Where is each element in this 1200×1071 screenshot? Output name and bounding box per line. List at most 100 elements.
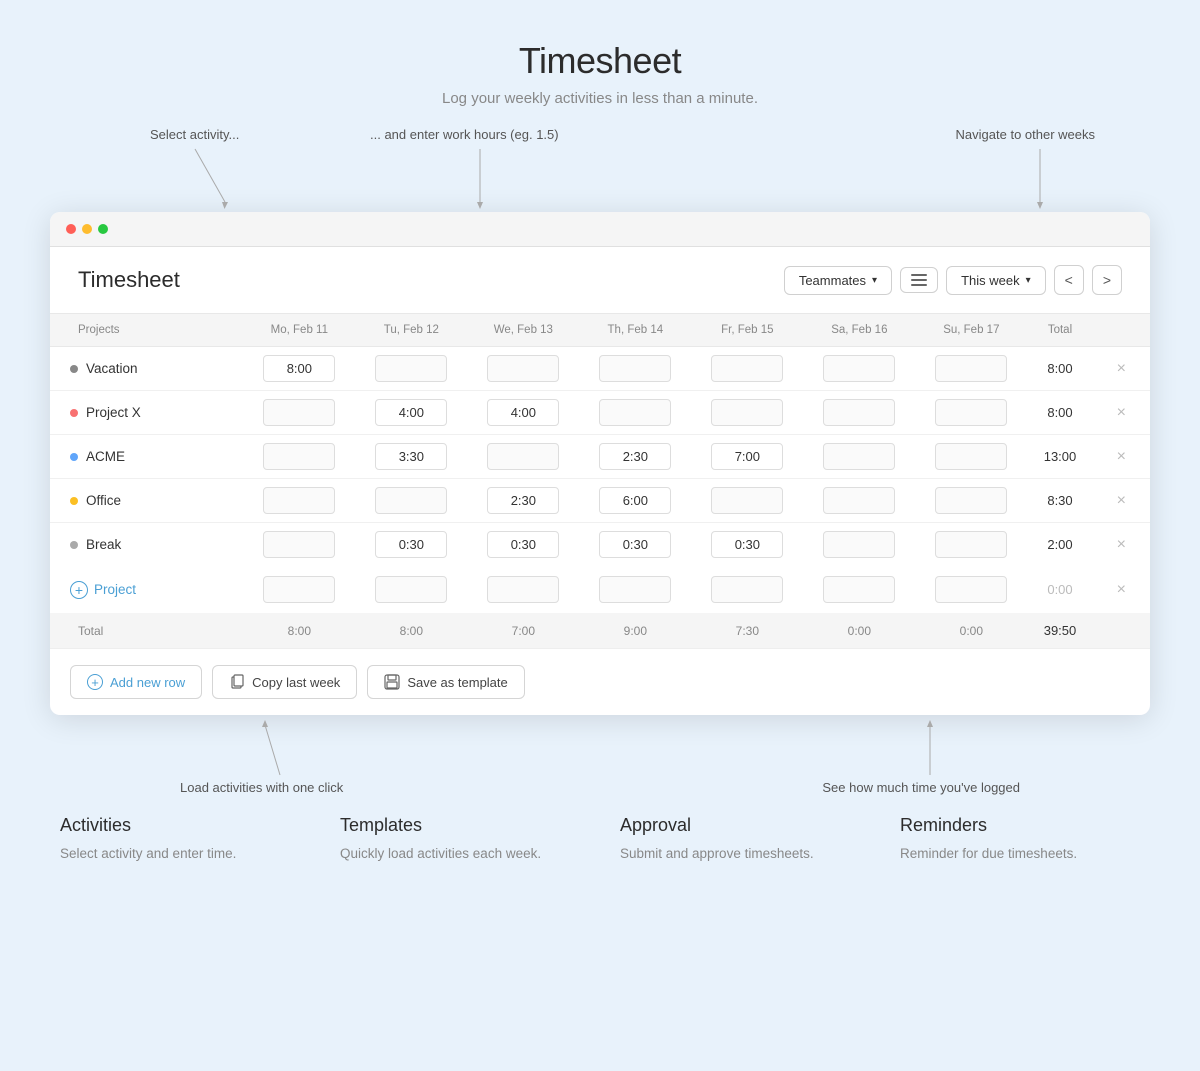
annotation-navigate-weeks: Navigate to other weeks — [956, 127, 1095, 142]
row-acme-day-3-input[interactable] — [599, 443, 671, 470]
row-acme-day-6-input[interactable] — [935, 443, 1007, 470]
project-label: Office — [70, 493, 237, 508]
add-row-sun-input[interactable] — [935, 576, 1007, 603]
col-header-fri: Fr, Feb 15 — [691, 314, 803, 347]
annotation-enter-hours: ... and enter work hours (eg. 1.5) — [370, 127, 559, 142]
copy-icon — [229, 674, 245, 690]
row-acme-day-2-input[interactable] — [487, 443, 559, 470]
row-vacation-total: 8:00 — [1027, 347, 1092, 391]
table-footer: + Add new row Copy last week Save as tem… — [50, 648, 1150, 715]
row-break-day-0-input[interactable] — [263, 531, 335, 558]
project-name: Vacation — [86, 361, 138, 376]
add-row-wed-input[interactable] — [487, 576, 559, 603]
copy-last-week-button[interactable]: Copy last week — [212, 665, 357, 699]
add-row-total: 0:00 — [1027, 566, 1092, 613]
add-row-sat-input[interactable] — [823, 576, 895, 603]
feature-approval-desc: Submit and approve timesheets. — [620, 844, 860, 864]
row-vacation-day-2-input[interactable] — [487, 355, 559, 382]
row-vacation-day-6-input[interactable] — [935, 355, 1007, 382]
row-acme-day-4-input[interactable] — [711, 443, 783, 470]
row-project-x-day-4-input[interactable] — [711, 399, 783, 426]
totals-row: Total 8:00 8:00 7:00 9:00 7:30 0:00 0:00… — [50, 613, 1150, 648]
prev-week-button[interactable]: < — [1054, 265, 1084, 295]
col-header-thu: Th, Feb 14 — [579, 314, 691, 347]
row-vacation-day-5-input[interactable] — [823, 355, 895, 382]
table-row: Office 8:30× — [50, 479, 1150, 523]
row-break-day-6-input[interactable] — [935, 531, 1007, 558]
row-vacation-day-3-input[interactable] — [599, 355, 671, 382]
row-office-day-5-input[interactable] — [823, 487, 895, 514]
row-office-day-3-input[interactable] — [599, 487, 671, 514]
this-week-button[interactable]: This week ▾ — [946, 266, 1046, 295]
row-acme-day-1-input[interactable] — [375, 443, 447, 470]
next-week-button[interactable]: > — [1092, 265, 1122, 295]
project-dot — [70, 409, 78, 417]
row-project-x-day-3-input[interactable] — [599, 399, 671, 426]
row-vacation-day-1-input[interactable] — [375, 355, 447, 382]
row-break-day-4-input[interactable] — [711, 531, 783, 558]
plus-circle-icon: + — [70, 581, 88, 599]
add-row-tue-input[interactable] — [375, 576, 447, 603]
save-icon — [384, 674, 400, 690]
project-name: Project X — [86, 405, 141, 420]
table-header-row: Projects Mo, Feb 11 Tu, Feb 12 We, Feb 1… — [50, 314, 1150, 347]
row-break-day-2-input[interactable] — [487, 531, 559, 558]
col-header-sat: Sa, Feb 16 — [803, 314, 915, 347]
row-office-day-6-input[interactable] — [935, 487, 1007, 514]
row-break-day-5-input[interactable] — [823, 531, 895, 558]
total-mon: 8:00 — [243, 613, 355, 648]
total-fri: 7:30 — [691, 613, 803, 648]
row-project-x-day-6-input[interactable] — [935, 399, 1007, 426]
project-label: Break — [70, 537, 237, 552]
row-office-day-4-input[interactable] — [711, 487, 783, 514]
row-project-x-day-1-input[interactable] — [375, 399, 447, 426]
close-dot — [66, 224, 76, 234]
row-project-x-day-0-input[interactable] — [263, 399, 335, 426]
add-row-icon: + — [87, 674, 103, 690]
dropdown-icon: ▾ — [1026, 275, 1031, 286]
row-break-total: 2:00 — [1027, 523, 1092, 567]
row-office-day-2-input[interactable] — [487, 487, 559, 514]
add-project-row[interactable]: + Project 0:00 × — [50, 566, 1150, 613]
add-row-remove-btn[interactable]: × — [1113, 581, 1130, 598]
remove-row-btn[interactable]: × — [1113, 536, 1130, 553]
remove-row-btn[interactable]: × — [1113, 448, 1130, 465]
add-row-thu-input[interactable] — [599, 576, 671, 603]
project-dot — [70, 497, 78, 505]
save-template-button[interactable]: Save as template — [367, 665, 524, 699]
row-vacation-day-0-input[interactable] — [263, 355, 335, 382]
row-acme-total: 13:00 — [1027, 435, 1092, 479]
table-row: Project X 8:00 × — [50, 391, 1150, 435]
row-project-x-total: 8:00 — [1027, 391, 1092, 435]
row-project-x-day-2-input[interactable] — [487, 399, 559, 426]
remove-row-btn[interactable]: × — [1113, 360, 1130, 377]
add-project-button[interactable]: + Project — [70, 581, 223, 599]
row-break-day-1-input[interactable] — [375, 531, 447, 558]
row-acme-day-5-input[interactable] — [823, 443, 895, 470]
feature-approval: Approval Submit and approve timesheets. — [610, 815, 870, 864]
row-break-day-3-input[interactable] — [599, 531, 671, 558]
add-new-row-button[interactable]: + Add new row — [70, 665, 202, 699]
row-project-x-day-5-input[interactable] — [823, 399, 895, 426]
row-acme-day-0-input[interactable] — [263, 443, 335, 470]
total-grand: 39:50 — [1027, 613, 1092, 648]
list-view-button[interactable] — [900, 267, 938, 293]
row-vacation-day-4-input[interactable] — [711, 355, 783, 382]
project-label: Project X — [70, 405, 237, 420]
project-dot — [70, 453, 78, 461]
timesheet-table: Projects Mo, Feb 11 Tu, Feb 12 We, Feb 1… — [50, 314, 1150, 648]
annotation-load-activities: Load activities with one click — [180, 780, 343, 795]
add-row-mon-input[interactable] — [263, 576, 335, 603]
total-label: Total — [50, 613, 243, 648]
col-header-mon: Mo, Feb 11 — [243, 314, 355, 347]
row-office-day-1-input[interactable] — [375, 487, 447, 514]
feature-reminders-title: Reminders — [900, 815, 1140, 836]
add-row-fri-input[interactable] — [711, 576, 783, 603]
row-office-day-0-input[interactable] — [263, 487, 335, 514]
feature-templates-desc: Quickly load activities each week. — [340, 844, 580, 864]
total-wed: 7:00 — [467, 613, 579, 648]
remove-row-btn[interactable]: × — [1113, 404, 1130, 421]
teammates-button[interactable]: Teammates ▾ — [784, 266, 892, 295]
remove-row-btn[interactable]: × — [1113, 492, 1130, 509]
project-label: Vacation — [70, 361, 237, 376]
